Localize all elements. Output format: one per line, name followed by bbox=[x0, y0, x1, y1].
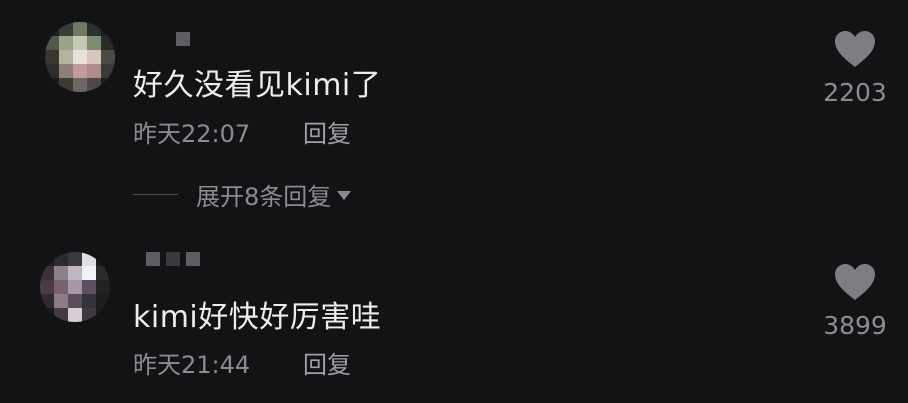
like-count: 2203 bbox=[823, 78, 887, 107]
avatar-pixel bbox=[96, 294, 110, 308]
avatar-pixel bbox=[87, 22, 101, 36]
avatar-pixel bbox=[40, 294, 54, 308]
avatar-pixel bbox=[45, 36, 59, 50]
avatar-pixel bbox=[73, 78, 87, 92]
avatar-pixel bbox=[96, 280, 110, 294]
avatar-pixel bbox=[45, 64, 59, 78]
comment-text: kimi好快好厉害哇 bbox=[133, 300, 382, 335]
avatar-pixel bbox=[54, 266, 68, 280]
expand-replies-button[interactable]: 展开8条回复 bbox=[133, 177, 352, 212]
avatar-pixel bbox=[68, 280, 82, 294]
avatar-pixel bbox=[40, 308, 54, 322]
reply-button[interactable]: 回复 bbox=[303, 114, 351, 149]
avatar-pixel bbox=[68, 252, 82, 266]
comment-item: 好久没看见kimi了 昨天22:07 回复 2203 bbox=[0, 0, 908, 170]
like-button[interactable]: 3899 bbox=[815, 263, 895, 340]
avatar-pixel bbox=[82, 266, 96, 280]
avatar-pixel bbox=[101, 78, 115, 92]
avatar[interactable] bbox=[45, 22, 115, 92]
heart-icon bbox=[835, 264, 875, 300]
avatar-pixel bbox=[82, 252, 96, 266]
avatar-pixel bbox=[73, 36, 87, 50]
comment-text: 好久没看见kimi了 bbox=[133, 68, 382, 103]
avatar[interactable] bbox=[40, 252, 110, 322]
avatar-pixel bbox=[96, 308, 110, 322]
avatar-pixel bbox=[101, 36, 115, 50]
avatar-pixel bbox=[73, 22, 87, 36]
avatar-pixel bbox=[54, 252, 68, 266]
avatar-pixel bbox=[40, 252, 54, 266]
avatar-pixel bbox=[59, 78, 73, 92]
avatar-pixel bbox=[54, 294, 68, 308]
avatar-pixel bbox=[68, 308, 82, 322]
avatar-pixel bbox=[82, 280, 96, 294]
avatar-pixel bbox=[59, 22, 73, 36]
avatar-pixel bbox=[68, 294, 82, 308]
avatar-pixel bbox=[40, 266, 54, 280]
heart-icon bbox=[835, 31, 875, 67]
avatar-pixel bbox=[54, 308, 68, 322]
avatar-pixel bbox=[59, 50, 73, 64]
avatar-pixel bbox=[68, 266, 82, 280]
comment-time: 昨天21:44 bbox=[133, 351, 251, 379]
avatar-pixel bbox=[96, 266, 110, 280]
avatar-pixel bbox=[73, 64, 87, 78]
avatar-pixel bbox=[59, 64, 73, 78]
avatar-pixel bbox=[54, 280, 68, 294]
avatar-pixel bbox=[59, 36, 73, 50]
username[interactable] bbox=[146, 252, 200, 266]
comment-item: kimi好快好厉害哇 昨天21:44 回复 3899 bbox=[0, 235, 908, 403]
avatar-pixel bbox=[96, 252, 110, 266]
chevron-down-icon bbox=[337, 191, 352, 200]
avatar-pixel bbox=[87, 50, 101, 64]
avatar-pixel bbox=[87, 64, 101, 78]
username[interactable] bbox=[176, 32, 190, 46]
avatar-pixel bbox=[87, 36, 101, 50]
like-button[interactable]: 2203 bbox=[815, 30, 895, 107]
avatar-pixel bbox=[45, 50, 59, 64]
avatar-pixel bbox=[101, 50, 115, 64]
avatar-pixel bbox=[82, 308, 96, 322]
avatar-pixel bbox=[45, 78, 59, 92]
avatar-pixel bbox=[101, 64, 115, 78]
avatar-pixel bbox=[82, 294, 96, 308]
reply-button[interactable]: 回复 bbox=[303, 345, 351, 380]
comment-time: 昨天22:07 bbox=[133, 120, 251, 148]
avatar-pixel bbox=[87, 78, 101, 92]
like-count: 3899 bbox=[823, 311, 887, 340]
divider-line bbox=[133, 194, 178, 195]
avatar-pixel bbox=[73, 50, 87, 64]
expand-replies-label: 展开8条回复 bbox=[196, 183, 332, 211]
avatar-pixel bbox=[45, 22, 59, 36]
avatar-pixel bbox=[40, 280, 54, 294]
avatar-pixel bbox=[101, 22, 115, 36]
